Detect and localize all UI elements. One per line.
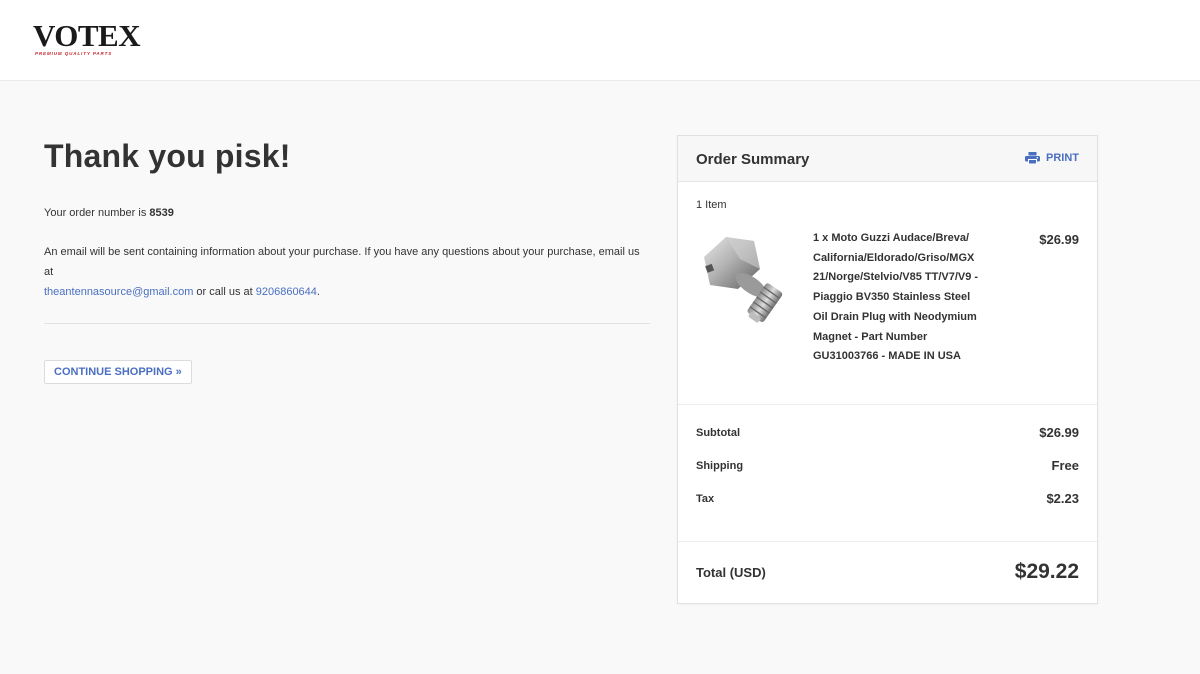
tax-value: $2.23	[1046, 491, 1079, 506]
site-header: VOTEX PREMIUM QUALITY PARTS	[0, 0, 1200, 81]
call-text: or call us at	[196, 286, 253, 298]
order-summary-title: Order Summary	[696, 151, 810, 168]
subtotal-label: Subtotal	[696, 426, 740, 439]
total-label: Total (USD)	[696, 564, 766, 580]
total-row: Total (USD) $29.22	[696, 560, 1079, 584]
oil-drain-plug-image[interactable]	[696, 229, 796, 329]
total-value: $29.22	[1014, 560, 1079, 583]
divider	[678, 541, 1097, 542]
order-summary-card: Order Summary PRINT 1 Item 1 x Moto Guzz…	[677, 135, 1098, 604]
period: .	[316, 286, 320, 298]
shipping-label: Shipping	[696, 459, 744, 472]
page-title: Thank you pisk!	[44, 138, 291, 174]
continue-shopping-button[interactable]: CONTINUE SHOPPING »	[44, 360, 192, 384]
items-count: 1 Item	[696, 199, 727, 211]
shipping-row: Shipping Free	[696, 458, 1079, 473]
order-number-prefix: Your order number is	[44, 207, 147, 219]
support-phone-link[interactable]: 9206860644	[256, 286, 317, 298]
support-email-link[interactable]: theantennasource@gmail.com	[44, 286, 193, 298]
tax-label: Tax	[696, 492, 715, 505]
order-summary-header: Order Summary PRINT	[678, 136, 1097, 182]
tax-row: Tax $2.23	[696, 491, 1079, 506]
divider	[678, 404, 1097, 405]
order-number-line: Your order number is 8539	[44, 205, 650, 221]
print-button[interactable]: PRINT	[1025, 152, 1079, 164]
info-text: An email will be sent containing informa…	[44, 242, 650, 302]
confirmation-panel: Thank you pisk! Your order number is 853…	[44, 136, 650, 384]
divider	[44, 323, 650, 324]
product-price: $26.99	[1039, 232, 1079, 247]
order-number: 8539	[149, 207, 174, 219]
shipping-value: Free	[1051, 458, 1079, 473]
printer-icon	[1025, 152, 1040, 164]
print-label: PRINT	[1046, 152, 1079, 164]
product-title[interactable]: 1 x Moto Guzzi Audace/Breva/ California/…	[813, 229, 985, 367]
info-message: An email will be sent containing informa…	[44, 246, 640, 278]
logo-wordmark: VOTEX	[33, 18, 141, 53]
votex-logo[interactable]: VOTEX PREMIUM QUALITY PARTS	[33, 18, 143, 61]
subtotal-value: $26.99	[1039, 425, 1079, 440]
subtotal-row: Subtotal $26.99	[696, 425, 1079, 440]
